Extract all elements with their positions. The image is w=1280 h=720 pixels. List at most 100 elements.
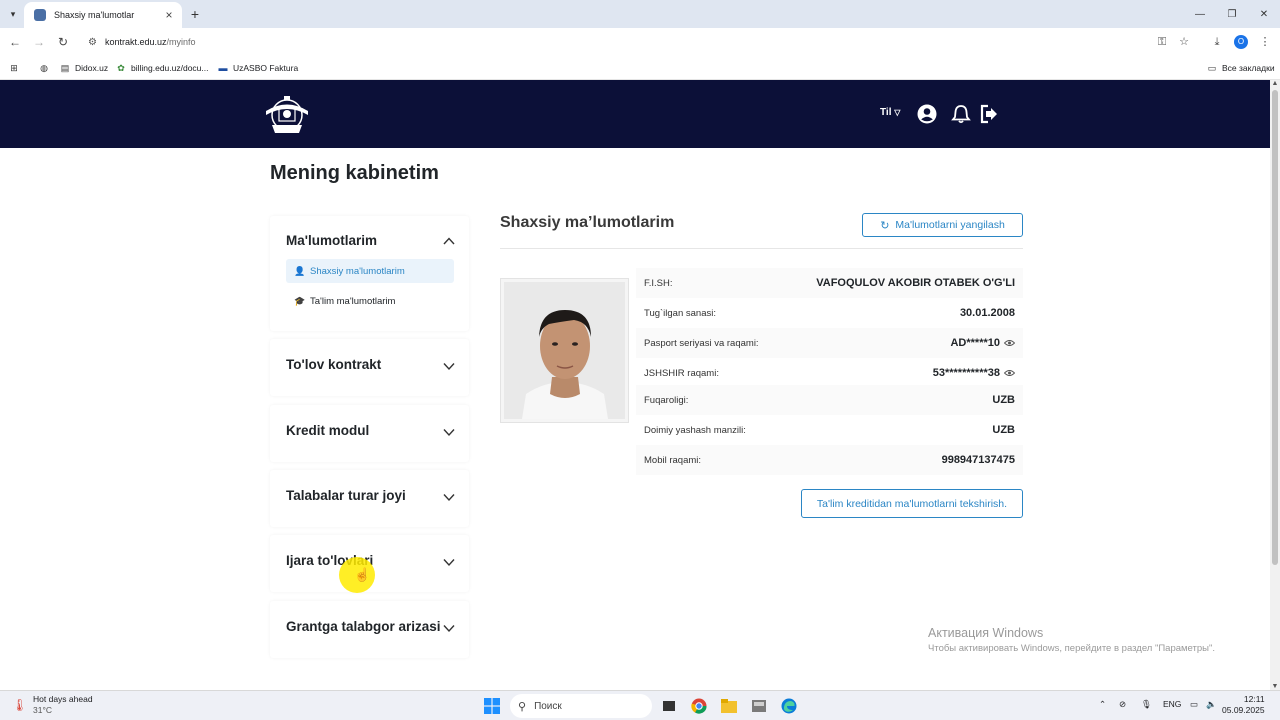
- info-row-fish: F.I.SH: VAFOQULOV AKOBIR OTABEK O'G'LI: [636, 268, 1023, 298]
- scroll-up-icon[interactable]: ▲: [1270, 80, 1280, 87]
- window-close-icon[interactable]: ✕: [1248, 0, 1280, 28]
- tab-title: Shaxsiy ma'lumotlar: [54, 10, 135, 20]
- network-icon[interactable]: ⊘: [1119, 699, 1126, 710]
- tab-close-icon[interactable]: ×: [162, 8, 176, 22]
- page-scrollbar[interactable]: ▲ ▼: [1270, 80, 1280, 690]
- show-passport-eye-icon[interactable]: [1004, 339, 1015, 347]
- browser-menu-icon[interactable]: ⋮: [1256, 33, 1274, 51]
- tab-search-icon[interactable]: ▾: [4, 5, 22, 23]
- bookmark-star-icon[interactable]: ☆: [1175, 33, 1193, 51]
- chevron-down-icon[interactable]: [443, 556, 455, 568]
- sidebar-section-kredit-modul[interactable]: Kredit modul: [270, 405, 469, 462]
- sidebar-item-talim[interactable]: 🎓 Ta'lim ma'lumotlarim: [286, 289, 454, 313]
- info-row-citizenship: Fuqaroligi: UZB: [636, 385, 1023, 415]
- sidebar-section-title: To'lov kontrakt: [286, 357, 382, 372]
- new-tab-icon[interactable]: +: [186, 5, 204, 23]
- chevron-up-icon[interactable]: [443, 235, 455, 247]
- weather-widget[interactable]: 🌡 Hot days ahead 31°C: [12, 694, 93, 716]
- chevron-down-icon[interactable]: [443, 491, 455, 503]
- minimize-icon[interactable]: —: [1184, 0, 1216, 28]
- app-icon[interactable]: [749, 696, 769, 716]
- system-clock[interactable]: 12:11 05.09.2025: [1222, 694, 1265, 716]
- restore-icon[interactable]: ❐: [1216, 0, 1248, 28]
- bookmark-didox[interactable]: ▤ Didox.uz: [59, 61, 108, 75]
- search-icon: ⚲: [518, 700, 527, 713]
- refresh-icon: ↻: [880, 219, 890, 232]
- sidebar-section-tolov-kontrakt[interactable]: To'lov kontrakt: [270, 339, 469, 396]
- refresh-data-button[interactable]: ↻ Ma'lumotlarni yangilash: [862, 213, 1023, 237]
- student-photo: [504, 282, 625, 419]
- scroll-down-icon[interactable]: ▼: [1270, 683, 1280, 690]
- reload-icon[interactable]: ↻: [54, 33, 72, 51]
- user-profile-icon[interactable]: [917, 104, 937, 124]
- file-explorer-icon[interactable]: [719, 696, 739, 716]
- taskbar-search[interactable]: ⚲ Поиск: [510, 694, 652, 718]
- divider: [500, 248, 1023, 249]
- sidebar-section-title: Talabalar turar joyi: [286, 488, 406, 503]
- sidebar-section-grant[interactable]: Grantga talabgor arizasi: [270, 601, 469, 658]
- address-bar[interactable]: ⚙ kontrakt.edu.uz/myinfo: [80, 31, 1200, 53]
- ministry-logo[interactable]: [264, 93, 310, 137]
- browser-toolbar: ← → ↻ ⚙ kontrakt.edu.uz/myinfo: [0, 28, 1280, 56]
- thermometer-icon: 🌡: [12, 698, 28, 712]
- page-title: Mening kabinetim: [270, 162, 439, 184]
- password-key-icon[interactable]: ⚿: [1153, 33, 1171, 51]
- info-row-address: Doimiy yashash manzili: UZB: [644, 424, 1015, 436]
- chrome-icon[interactable]: [689, 696, 709, 716]
- back-icon[interactable]: ←: [6, 33, 24, 51]
- document-icon: ▤: [60, 63, 70, 73]
- profile-avatar[interactable]: O: [1234, 35, 1248, 49]
- url-host: kontrakt.edu.uz: [104, 37, 167, 47]
- notification-bell-icon[interactable]: [951, 104, 971, 124]
- info-row-jshshir: JSHSHIR raqami: 53**********38: [636, 358, 1023, 388]
- language-selector[interactable]: Til ▽: [880, 107, 900, 118]
- task-view-icon[interactable]: [659, 696, 679, 716]
- site-info-icon[interactable]: ⚙: [88, 37, 97, 48]
- scrollbar-thumb[interactable]: [1272, 90, 1278, 565]
- windows-activation-watermark: Активация Windows Чтобы активировать Win…: [928, 626, 1215, 654]
- bookmark-billing[interactable]: ✿ billing.edu.uz/docu...: [115, 61, 208, 75]
- info-row-birthdate: Tug`ilgan sanasi: 30.01.2008: [644, 307, 1015, 319]
- info-row-phone: Mobil raqami: 998947137475: [636, 445, 1023, 475]
- show-jshshir-eye-icon[interactable]: [1004, 369, 1015, 377]
- sidebar-section-turar-joyi[interactable]: Talabalar turar joyi: [270, 470, 469, 527]
- chevron-down-icon[interactable]: [443, 360, 455, 372]
- person-icon: 👤: [294, 265, 306, 276]
- bookmark-uzasbo[interactable]: ▬ UzASBO Faktura: [217, 61, 299, 75]
- uzasbo-icon: ▬: [218, 63, 228, 73]
- input-language[interactable]: ENG: [1163, 699, 1181, 709]
- sidebar-section-title: Kredit modul: [286, 423, 370, 438]
- windows-start-icon[interactable]: [482, 696, 502, 716]
- sidebar-section-title: Grantga talabgor arizasi: [286, 619, 441, 634]
- apps-icon[interactable]: ⊞: [8, 61, 24, 75]
- windows-taskbar: 🌡 Hot days ahead 31°C ⚲ Поиск ⌃ ⊘ 🎙 ENG …: [0, 690, 1280, 720]
- sidebar-item-shaxsiy[interactable]: 👤 Shaxsiy ma'lumotlarim: [286, 259, 454, 283]
- browser-tab[interactable]: Shaxsiy ma'lumotlar ×: [24, 2, 182, 28]
- info-row-passport: Pasport seriyasi va raqami: AD*****10: [636, 328, 1023, 358]
- url-path: /myinfo: [166, 37, 196, 47]
- chevron-down-icon[interactable]: [443, 426, 455, 438]
- sidebar-section-title[interactable]: Ma'lumotlarim: [286, 233, 377, 248]
- bookmark-globe-icon[interactable]: ◍: [38, 61, 54, 75]
- folder-icon: ▭: [1207, 63, 1217, 73]
- caret-down-icon: ▽: [894, 108, 901, 117]
- content-title: Shaxsiy ma’lumotlarim: [500, 214, 675, 231]
- bookmarks-bar: ⊞ ◍ ▤ Didox.uz ✿ billing.edu.uz/docu... ▬ U…: [0, 56, 1280, 80]
- window-controls: — ❐ ✕: [1184, 0, 1280, 28]
- sidebar-section-malumotlarim: Ma'lumotlarim 👤 Shaxsiy ma'lumotlarim 🎓 …: [270, 216, 469, 331]
- tray-chevron-icon[interactable]: ⌃: [1099, 699, 1106, 710]
- site-favicon-icon: [34, 9, 46, 21]
- site-header: Til ▽: [0, 80, 1270, 148]
- leaf-icon: ✿: [117, 63, 125, 73]
- check-credit-data-button[interactable]: Ta'lim kreditidan ma'lumotlarni tekshiri…: [801, 489, 1023, 518]
- logout-icon[interactable]: [979, 104, 999, 124]
- all-bookmarks[interactable]: ▭ Все закладки: [1206, 61, 1275, 75]
- forward-icon[interactable]: →: [30, 33, 48, 51]
- volume-icon[interactable]: 🔈: [1206, 699, 1217, 710]
- download-icon[interactable]: ⤓: [1208, 33, 1226, 51]
- microphone-icon[interactable]: 🎙: [1141, 699, 1152, 710]
- chevron-down-icon[interactable]: [443, 622, 455, 634]
- display-icon[interactable]: ▭: [1190, 699, 1198, 710]
- edge-icon[interactable]: [779, 696, 799, 716]
- student-photo-frame: [500, 278, 629, 423]
